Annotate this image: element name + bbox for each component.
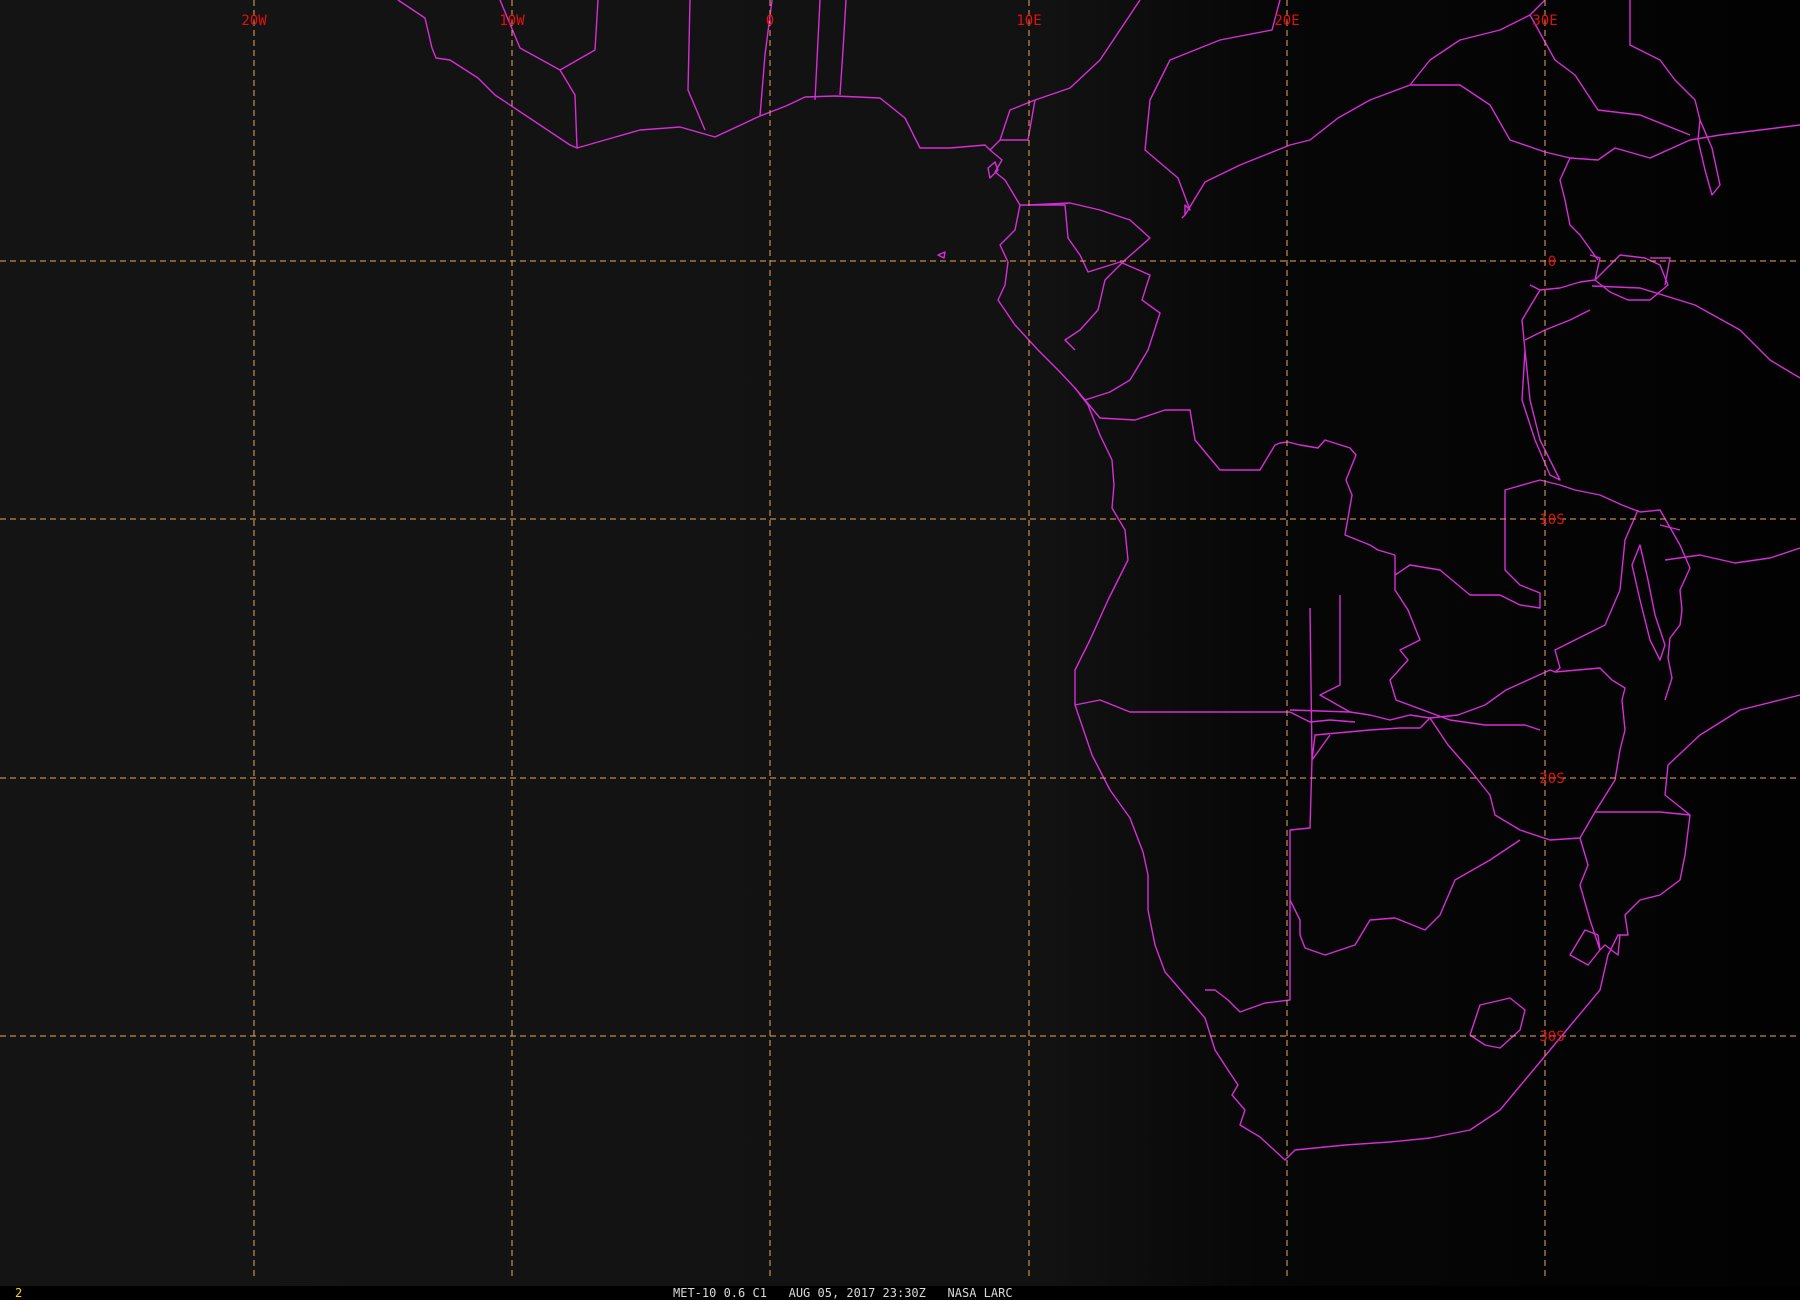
frame-number: 2 bbox=[15, 1286, 23, 1300]
longitude-label: 10E bbox=[1016, 13, 1041, 29]
image-caption: MET-10 0.6 C1 AUG 05, 2017 23:30Z NASA L… bbox=[673, 1286, 1013, 1300]
longitude-label: 30E bbox=[1532, 13, 1557, 29]
longitude-label: 20W bbox=[241, 13, 267, 29]
latitude-label: 0 bbox=[1548, 254, 1556, 270]
latitude-label: 20S bbox=[1539, 771, 1564, 787]
imagery-background bbox=[0, 0, 1800, 1286]
longitude-label: 10W bbox=[499, 13, 525, 29]
latitude-label: 30S bbox=[1539, 1029, 1564, 1045]
latitude-label: 10S bbox=[1539, 512, 1564, 528]
satellite-map: 20W 10W 0 10E 20E 30E 0 10S 20S 30S bbox=[0, 0, 1800, 1286]
status-bar: 2 MET-10 0.6 C1 AUG 05, 2017 23:30Z NASA… bbox=[0, 1286, 1800, 1300]
longitude-label: 20E bbox=[1274, 13, 1299, 29]
longitude-label: 0 bbox=[766, 13, 774, 29]
